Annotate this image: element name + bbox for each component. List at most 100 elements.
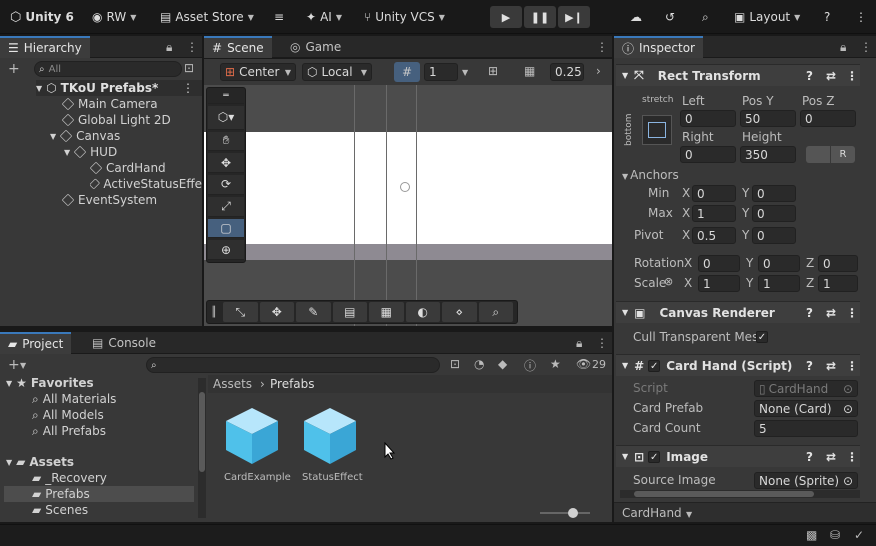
star-icon[interactable]: ★ [550,357,561,371]
tab-hierarchy[interactable]: ☰ Hierarchy [0,36,90,58]
search-filter-icon[interactable]: ⊡ [450,357,460,371]
min-y-field[interactable]: 0 [752,185,796,202]
unity-menu-button[interactable]: ⬡ Unity 6 [10,6,74,28]
object-picker-icon[interactable]: ⊙ [843,474,853,488]
rotation-y-field[interactable]: 0 [758,255,800,272]
more-vertical-icon[interactable]: ⋮ [846,306,858,320]
stack-button[interactable]: ≡ [274,6,284,28]
progress-icon[interactable]: ▩ [806,528,817,542]
overlay-tool[interactable]: ⤡ [223,302,258,322]
snap-grid-icon[interactable]: ⊞ [488,64,498,78]
breadcrumb-root[interactable]: Assets [213,377,252,391]
raw-edit-button[interactable]: R [831,146,855,163]
more-vertical-icon[interactable]: ⋮ [846,69,858,83]
cloud-button[interactable]: ☁ [630,6,642,28]
left-field[interactable]: 0 [680,110,736,127]
more-vertical-icon[interactable]: ⋮ [846,450,858,464]
chevron-down-icon[interactable]: ▼ [686,510,692,519]
move-tool[interactable]: ✥ [208,153,244,174]
folder-item[interactable]: ▰ Scenes [32,502,88,518]
help-button[interactable]: ? [824,6,830,28]
hierarchy-item[interactable]: Main Camera [61,96,158,112]
chevron-down-icon[interactable]: ▼ [20,361,26,370]
more-vertical-icon[interactable]: ⋮ [182,81,194,95]
rect-tool[interactable]: ▢ [208,218,244,239]
tree-scrollbar[interactable] [198,378,206,518]
scale-y-field[interactable]: 1 [758,275,800,292]
transform-tool[interactable]: ⊕ [208,240,244,261]
overlay-tool[interactable]: ⋄ [442,302,477,322]
more-vertical-icon[interactable]: ⋮ [846,359,858,373]
favorite-item[interactable]: ⌕ All Materials [32,391,116,407]
tab-scene[interactable]: # Scene [204,36,272,58]
tab-inspector[interactable]: ⓘ Inspector [614,36,703,58]
right-field[interactable]: 0 [680,146,736,163]
info-icon[interactable]: ⓘ [524,357,536,374]
account-dropdown[interactable]: ◉ RW ▼ [92,6,136,28]
settings-icon[interactable]: ⇄ [826,359,836,373]
blueprint-mode-button[interactable] [806,146,830,163]
more-vertical-icon[interactable]: ⋮ [596,40,608,54]
asset-store-dropdown[interactable]: ▤ Asset Store ▼ [160,6,254,28]
pivot-handle-icon[interactable] [400,182,410,192]
pivot-y-field[interactable]: 0 [752,227,796,244]
history-button[interactable]: ↺ [665,6,675,28]
add-icon[interactable]: + [8,357,20,373]
label-icon[interactable]: ◆ [498,357,507,371]
height-field[interactable]: 350 [740,146,796,163]
card-hand-header[interactable]: ▼ # ✓ Card Hand (Script) ? ⇄ ⋮ [616,354,860,376]
more-vertical-icon[interactable]: ⋮ [186,40,198,54]
more-vertical-icon[interactable]: ⋮ [860,40,872,54]
layout-dropdown[interactable]: ▣ Layout ▼ [734,6,800,28]
asset-tile[interactable]: StatusEffect [300,404,366,484]
folder-item-selected[interactable]: ▰ Prefabs [4,486,194,502]
hand-tool[interactable]: ✋︎ [208,131,244,152]
card-prefab-field[interactable]: None (Card) ⊙ [754,400,858,417]
lock-icon[interactable]: 🔒︎ [840,40,846,55]
favorites-header[interactable]: ▼ ★ Favorites [6,375,94,391]
tab-game[interactable]: ◎ Game [282,36,349,58]
scale-z-field[interactable]: 1 [818,275,858,292]
hierarchy-search-input[interactable]: ⌕ All [34,61,182,77]
overlay-tool[interactable]: ◐ [405,302,441,322]
scale-tool[interactable]: ⤢ [208,196,244,217]
grip-icon[interactable]: ║ [211,307,217,318]
overlay-tool[interactable]: ▦ [369,302,404,322]
link-icon[interactable]: ⊗ [664,275,673,288]
scene-viewport[interactable]: ═ ⬡▾ ✋︎ ✥ ⟳ ⤢ ▢ ⊕ ║ ⤡ ✥ ✎ ▤ ▦ ◐ ⋄ ⌕ [204,85,612,326]
add-icon[interactable]: + [8,61,20,77]
posz-field[interactable]: 0 [800,110,856,127]
play-button[interactable]: ▶ [490,6,522,28]
increment-snap-icon[interactable]: ▦ [524,64,535,78]
favorite-item[interactable]: ⌕ All Prefabs [32,423,106,439]
pivot-x-field[interactable]: 0.5 [692,227,736,244]
chevron-right-icon[interactable]: › [596,64,601,78]
step-button[interactable]: ▶❙ [558,6,590,28]
grid-toggle[interactable]: # [394,62,420,82]
check-icon[interactable]: ✓ [854,528,864,542]
asset-tile[interactable]: CardExample [222,404,291,484]
posy-field[interactable]: 50 [740,110,796,127]
max-y-field[interactable]: 0 [752,205,796,222]
rotation-x-field[interactable]: 0 [698,255,740,272]
tab-console[interactable]: ▤ Console [84,332,164,354]
hierarchy-item[interactable]: ▼ HUD [64,144,117,160]
pause-button[interactable]: ❚❚ [524,6,556,28]
favorite-item[interactable]: ⌕ All Models [32,407,104,423]
component-enabled-checkbox[interactable]: ✓ [648,450,661,463]
cache-icon[interactable]: ⛁ [830,528,840,542]
assets-header[interactable]: ▼ ▰ Assets [6,454,74,470]
hierarchy-root-scene[interactable]: ▼ ⬡ TKoU Prefabs* ⋮ [36,80,202,96]
anchor-preset-button[interactable] [642,115,672,145]
help-icon[interactable]: ? [806,306,813,320]
hierarchy-item[interactable]: EventSystem [61,192,157,208]
hierarchy-item[interactable]: ActiveStatusEffe [90,176,202,192]
chevron-down-icon[interactable]: ▼ [462,68,468,77]
image-header[interactable]: ▼ ⊡ ✓ Image ? ⇄ ⋮ [616,445,860,467]
anchors-foldout[interactable]: ▼ Anchors [622,168,679,182]
project-search-input[interactable]: ⌕ [146,357,440,373]
lock-icon[interactable]: 🔒︎ [576,336,582,351]
help-icon[interactable]: ? [806,450,813,464]
max-x-field[interactable]: 1 [692,205,736,222]
scene-filter-icon[interactable]: ⊡ [184,61,194,75]
